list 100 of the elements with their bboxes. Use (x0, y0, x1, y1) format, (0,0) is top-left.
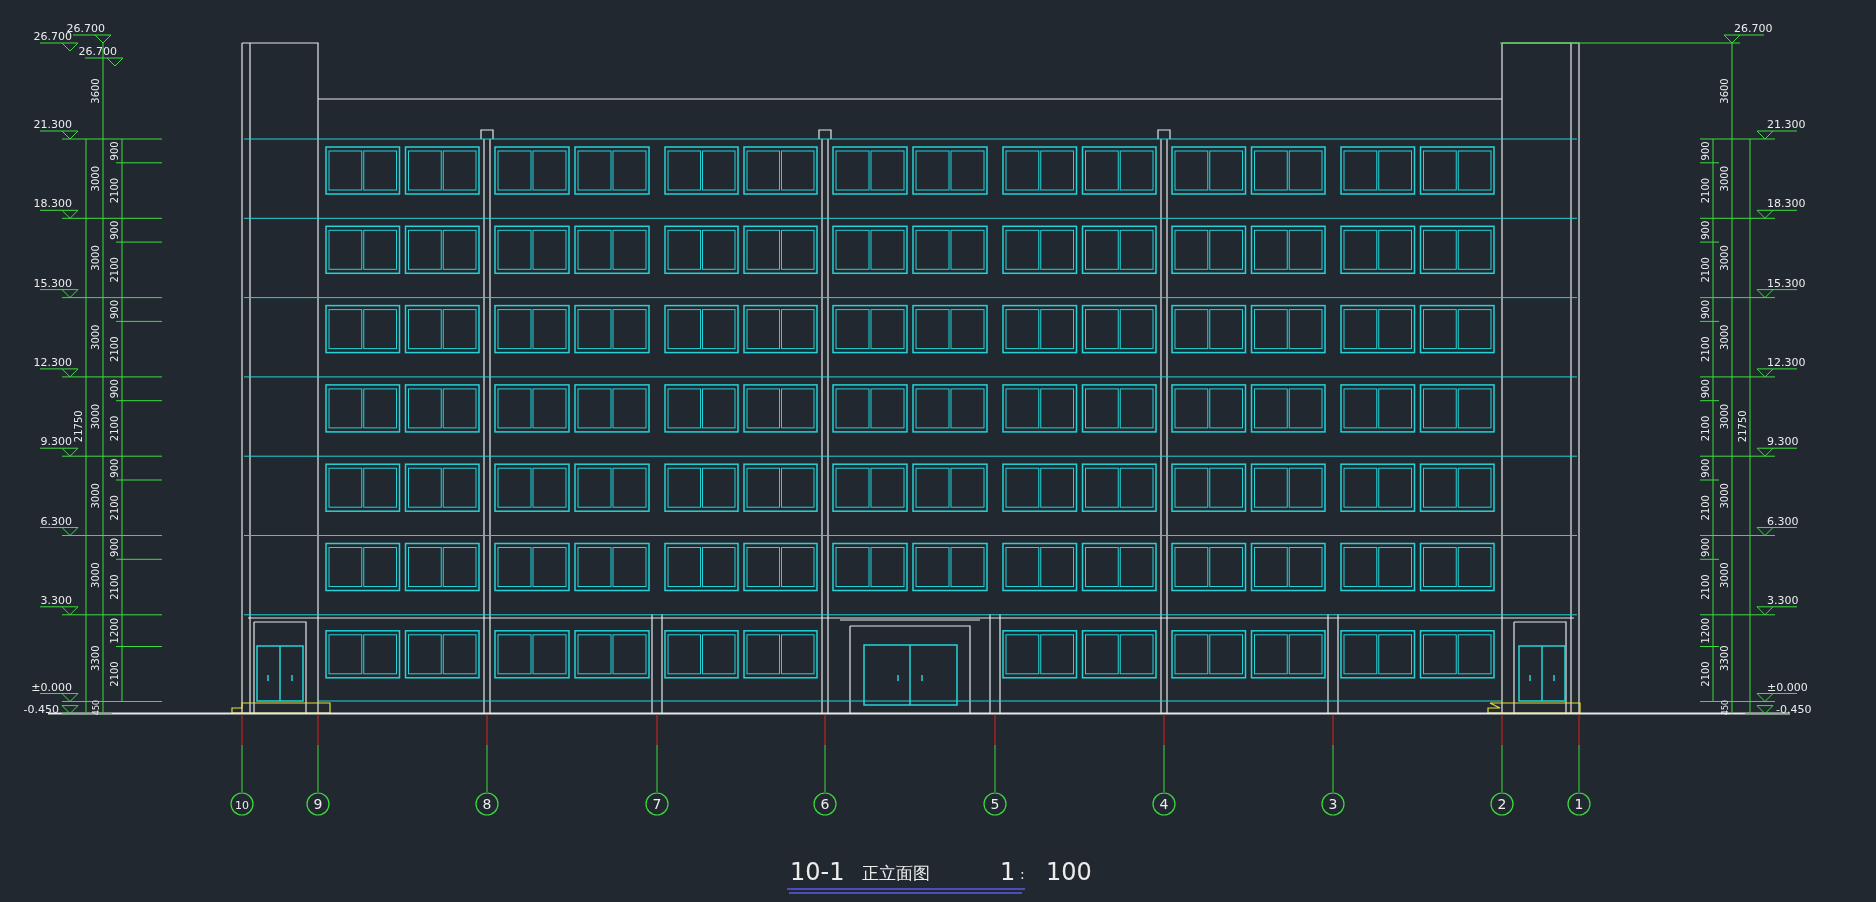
drawing-scale: 1 (1000, 858, 1016, 886)
axis-label: 5 (990, 796, 1000, 812)
elevation-label: 12.300 (1767, 355, 1806, 369)
dimension-text: 2100 (1700, 661, 1711, 687)
axis-bubble (230, 792, 254, 816)
elevation-mark-icon (39, 368, 79, 378)
dimension-text: 2100 (1700, 574, 1711, 600)
drawing-title: 正立面图 (862, 863, 930, 883)
dimension-text: 900 (109, 537, 120, 557)
drawing-scale: 100 (1046, 858, 1092, 886)
dimension-text: 2100 (109, 177, 120, 204)
dimension-text: 3600 (90, 78, 101, 104)
elevation-label: 9.300 (40, 435, 72, 449)
dimension-text: 900 (1700, 537, 1711, 557)
dimension-text: 3300 (90, 645, 101, 671)
dimension-text: 2100 (109, 661, 120, 687)
dimension-text: 900 (109, 458, 120, 478)
drawing-number: 10-1 (790, 858, 845, 886)
dimension-text: 3000 (90, 245, 101, 271)
elevation-mark-icon (39, 209, 79, 219)
elevation-label: 12.300 (33, 355, 72, 369)
axis-label: 4 (1159, 796, 1169, 812)
dimension-text: 3000 (1719, 165, 1730, 192)
elevation-label: 26.700 (1734, 22, 1773, 35)
axis-bubble (306, 792, 330, 816)
elevation-mark-icon (39, 527, 79, 536)
axis-label: 10 (235, 799, 249, 812)
dimension-text: 21750 (1737, 410, 1748, 443)
elevation-label: 21.300 (1767, 118, 1806, 131)
elevation-mark-icon (1756, 209, 1798, 219)
dimension-text: 3600 (1719, 78, 1730, 104)
dimension-text: 3000 (1719, 562, 1730, 588)
elevation-mark-icon (1756, 705, 1774, 715)
dimension-text: 900 (109, 379, 120, 399)
elevation-mark-icon (1756, 368, 1798, 378)
axis-bubble (1152, 792, 1176, 816)
elevation-mark-icon (39, 447, 79, 457)
dimension-text: 21750 (73, 410, 84, 443)
elevation-mark-icon (1756, 130, 1798, 140)
axis-label: 8 (482, 796, 492, 812)
elevation-mark-icon (39, 130, 79, 140)
elevation-mark-icon (61, 705, 79, 715)
dimension-text: 1200 (1700, 617, 1711, 644)
axis-bubble (1321, 792, 1345, 816)
dimension-text: 2100 (1700, 257, 1711, 283)
dimension-text: 3000 (1719, 324, 1730, 350)
elevation-mark-icon (1723, 34, 1765, 44)
dimension-text: 900 (109, 299, 120, 320)
dimension-text: 3000 (90, 562, 101, 588)
dimension-text: 2100 (1700, 177, 1711, 204)
elevation-label: 9.300 (1767, 435, 1799, 449)
elevation-label: 18.300 (1767, 197, 1806, 211)
elevation-mark-icon (84, 57, 124, 67)
dimension-text: 2100 (1700, 336, 1711, 362)
elevation-mark-icon (39, 289, 79, 299)
dimension-text: 900 (1700, 220, 1711, 240)
dimension-text: 3300 (1719, 645, 1730, 671)
dimension-text: 2100 (109, 574, 120, 600)
elevation-label: ±0.000 (31, 680, 72, 694)
elevation-mark-icon (1756, 289, 1798, 299)
dimension-text: 2100 (109, 336, 120, 362)
dimension-text: 1200 (109, 617, 120, 644)
elevation-label: 15.300 (1767, 276, 1806, 290)
elevation-label: 18.300 (33, 197, 72, 211)
axis-label: 3 (1328, 796, 1338, 812)
dimension-text: 2100 (109, 495, 120, 521)
dimension-text: 900 (1700, 141, 1711, 161)
dimension-text: 3000 (1719, 403, 1730, 430)
axis-label: 7 (652, 796, 662, 812)
dimension-text: 900 (1700, 379, 1711, 399)
elevation-label: 6.300 (1767, 514, 1799, 528)
dimension-text: 2100 (109, 415, 120, 442)
axis-label: 2 (1497, 796, 1507, 812)
axis-label: 6 (820, 796, 830, 812)
elevation-mark-icon (1756, 606, 1798, 616)
axis-bubble (475, 792, 499, 816)
axis-bubble (983, 792, 1007, 816)
elevation-mark-icon (39, 606, 79, 616)
dimension-text: 900 (1700, 458, 1711, 478)
elevation-label: -0.450 (1776, 702, 1812, 716)
elevation-label: 3.300 (40, 593, 72, 607)
drawing-scale: : (1020, 866, 1025, 882)
dimension-text: 2100 (1700, 495, 1711, 521)
elevation-mark-icon (72, 34, 112, 44)
elevation-label: 21.300 (33, 118, 72, 131)
dimension-text: 3000 (90, 483, 101, 509)
elevation-label: 26.700 (78, 45, 117, 58)
dimension-text: 2100 (1700, 415, 1711, 442)
elevation-label: ±0.000 (1767, 680, 1808, 694)
elevation-mark-icon (39, 693, 79, 702)
dimension-text: 2100 (109, 257, 120, 283)
dimension-text: 3000 (1719, 483, 1730, 509)
elevation-label: 15.300 (33, 276, 72, 290)
dimension-text: 3000 (1719, 245, 1730, 271)
dimension-text: 900 (109, 220, 120, 240)
elevation-label: -0.450 (23, 702, 59, 716)
elevation-mark-icon (1756, 447, 1798, 457)
axis-bubble (1567, 792, 1591, 816)
elevation-label: 3.300 (1767, 593, 1799, 607)
dimension-text: 900 (109, 141, 120, 161)
